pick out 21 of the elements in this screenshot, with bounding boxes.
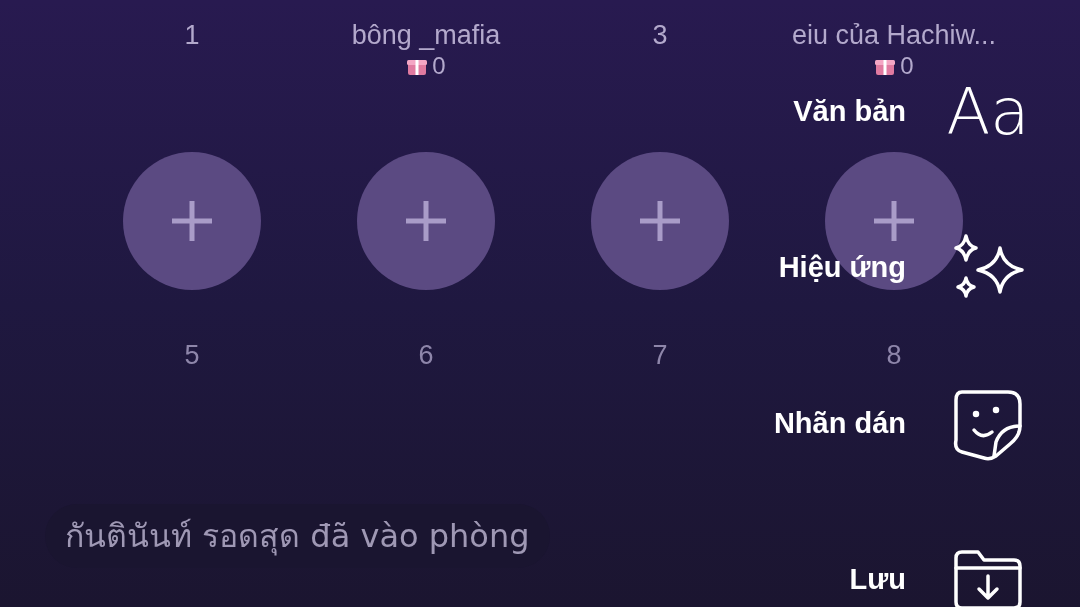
seat-label: 5	[184, 339, 200, 372]
text-icon[interactable]: Aa	[946, 80, 1030, 144]
menu-label[interactable]: Lưu	[849, 558, 906, 602]
plus-icon	[170, 199, 214, 243]
menu-label[interactable]: Văn bản	[793, 90, 906, 134]
seat-label: 8	[886, 339, 902, 372]
gift-count: 0	[432, 51, 446, 81]
gift-count: 0	[900, 51, 914, 81]
plus-icon	[872, 199, 916, 243]
seat-label: 6	[418, 339, 434, 372]
seat-label: eiu của Hachiw...	[791, 19, 997, 52]
chat-message: กันตินันท์ รอดสุด đã vào phòng	[45, 504, 550, 568]
menu-label[interactable]: Nhãn dán	[773, 402, 906, 446]
seat-label: 1	[184, 19, 200, 52]
menu-label[interactable]: Hiệu ứng	[778, 246, 906, 290]
seat-label: bông _mafia	[351, 19, 501, 52]
plus-icon	[638, 199, 682, 243]
folder-download-icon[interactable]	[952, 548, 1024, 607]
plus-icon	[404, 199, 448, 243]
seat-label: 7	[652, 339, 668, 372]
seat-label: 3	[652, 19, 668, 52]
